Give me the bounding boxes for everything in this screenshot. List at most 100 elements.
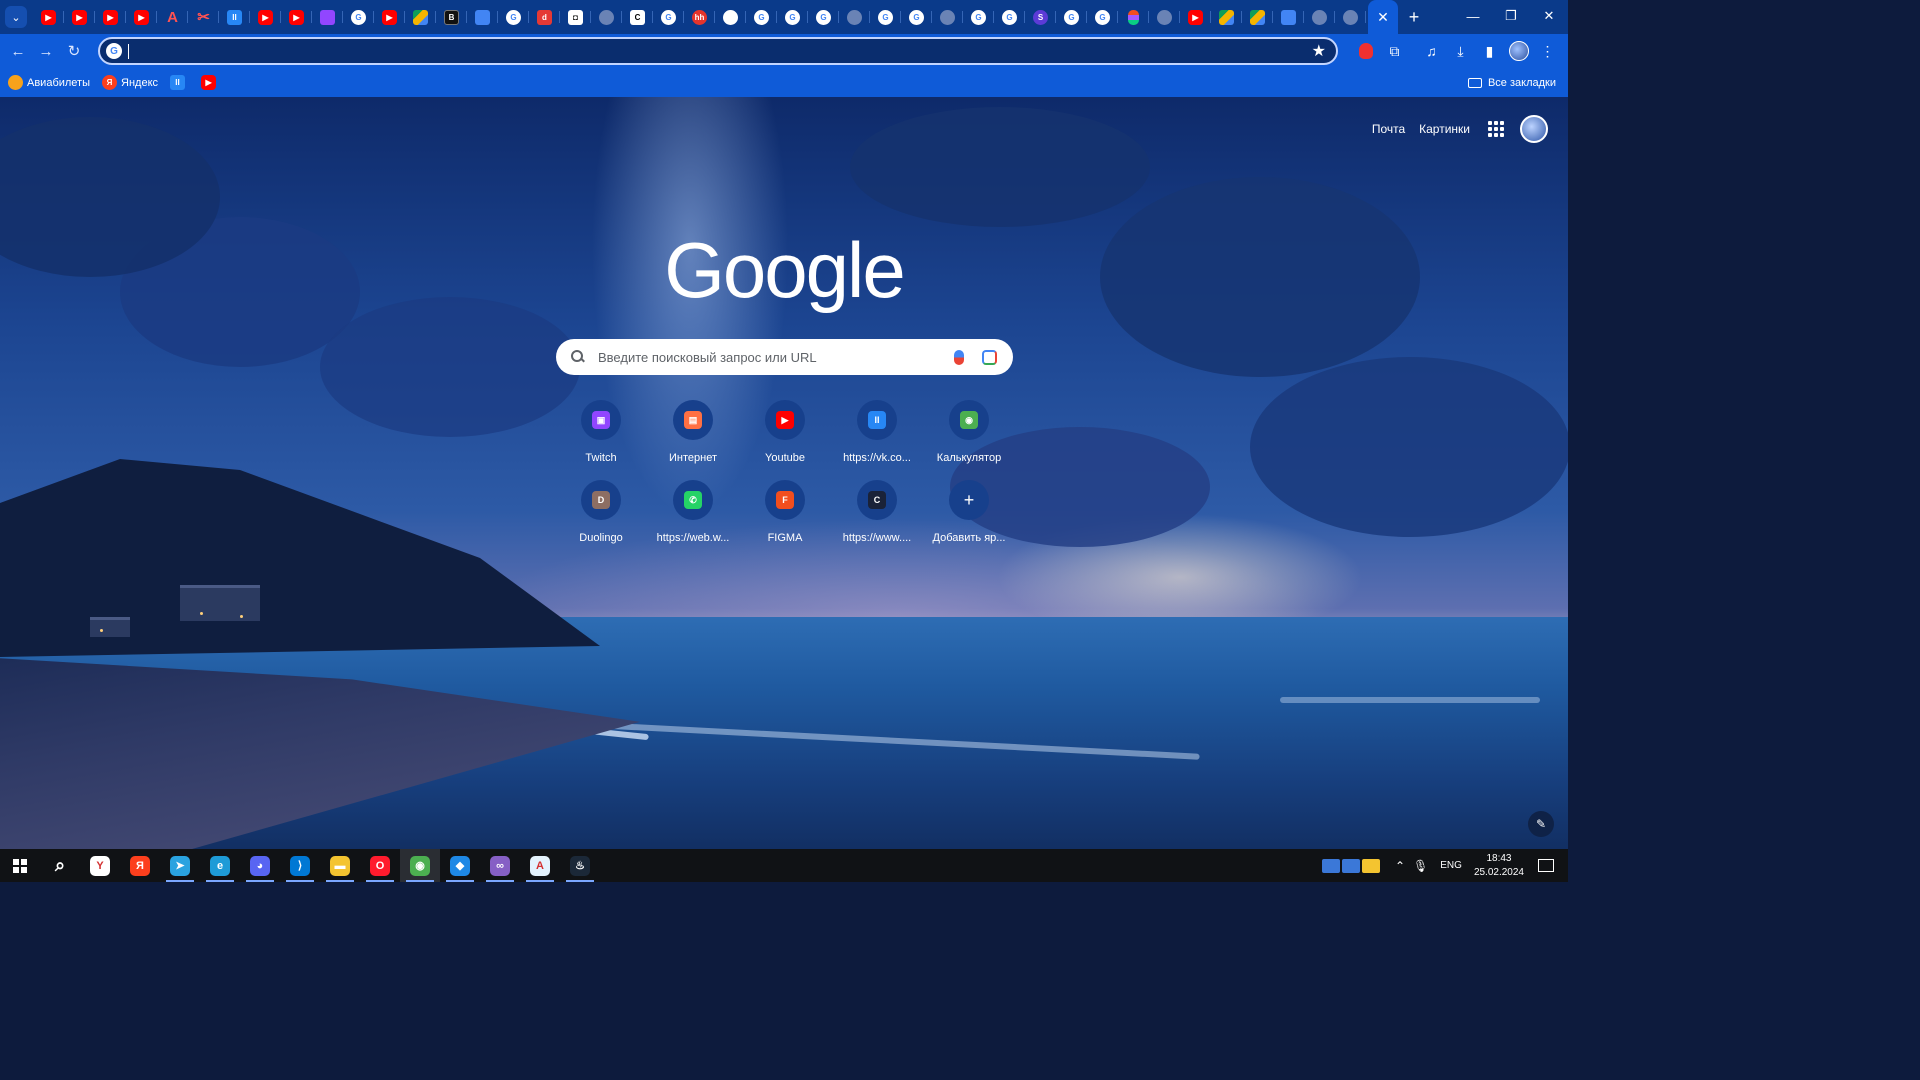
- extension-red-button[interactable]: [1351, 37, 1380, 65]
- google-lens-icon[interactable]: [982, 349, 997, 365]
- window-close-button[interactable]: ✕: [1530, 0, 1568, 32]
- all-bookmarks-button[interactable]: Все закладки: [1467, 68, 1556, 97]
- taskbar-app-yandex-browser[interactable]: Y: [80, 849, 120, 882]
- downloads-button[interactable]: ⤓: [1446, 37, 1475, 65]
- shortcut-tile[interactable]: Chttps://www....: [831, 480, 923, 544]
- shortcut-tile[interactable]: II https://vk.co...: [831, 400, 923, 464]
- tab-7[interactable]: ▶: [250, 3, 281, 31]
- tab-21[interactable]: hh: [684, 3, 715, 31]
- tab-19[interactable]: C: [622, 3, 653, 31]
- microphone-icon[interactable]: 🎙: [1413, 859, 1428, 873]
- tab-12[interactable]: [405, 3, 436, 31]
- new-tab-button[interactable]: +: [1400, 3, 1428, 31]
- search-input[interactable]: [586, 349, 954, 365]
- mail-link[interactable]: Почта: [1372, 122, 1405, 136]
- tab-22[interactable]: [715, 3, 746, 31]
- minimize-button[interactable]: —: [1454, 0, 1492, 32]
- google-apps-icon[interactable]: [1488, 121, 1504, 137]
- tab-42[interactable]: [1335, 3, 1366, 31]
- address-bar[interactable]: G ★: [98, 37, 1338, 65]
- tab-32[interactable]: S: [1025, 3, 1056, 31]
- taskbar-app-discord[interactable]: ◕: [240, 849, 280, 882]
- shortcut-tile[interactable]: ▤ Интернет: [647, 400, 739, 464]
- tab-31[interactable]: G: [994, 3, 1025, 31]
- close-icon[interactable]: ✕: [1377, 9, 1389, 26]
- shortcut-tile[interactable]: + Добавить яр...: [923, 480, 1015, 544]
- tab-11[interactable]: ▶: [374, 3, 405, 31]
- tab-41[interactable]: [1304, 3, 1335, 31]
- taskbar-app-edge[interactable]: e: [200, 849, 240, 882]
- forward-button[interactable]: →: [32, 37, 60, 65]
- tab-25[interactable]: G: [808, 3, 839, 31]
- tab-30[interactable]: G: [963, 3, 994, 31]
- clock[interactable]: 18:43 25.02.2024: [1474, 852, 1524, 880]
- images-link[interactable]: Картинки: [1419, 122, 1470, 136]
- tab-26[interactable]: [839, 3, 870, 31]
- tab-active-new-tab[interactable]: ✕: [1368, 0, 1398, 34]
- shortcut-tile[interactable]: ▶ Youtube: [739, 400, 831, 464]
- tab-18[interactable]: [591, 3, 622, 31]
- media-controls-button[interactable]: ♫: [1417, 37, 1446, 65]
- restore-button[interactable]: ❐: [1492, 0, 1530, 32]
- chevron-up-icon[interactable]: ⌃: [1395, 859, 1405, 873]
- tab-3[interactable]: ▶: [126, 3, 157, 31]
- tab-24[interactable]: G: [777, 3, 808, 31]
- shortcut-tile[interactable]: ▣ Twitch: [555, 400, 647, 464]
- tray-app-icon[interactable]: [1321, 858, 1340, 873]
- tab-1[interactable]: ▶: [64, 3, 95, 31]
- tab-40[interactable]: [1273, 3, 1304, 31]
- tab-15[interactable]: G: [498, 3, 529, 31]
- tab-38[interactable]: [1211, 3, 1242, 31]
- taskbar-app-yandex[interactable]: Я: [120, 849, 160, 882]
- taskbar-app-file-explorer[interactable]: ▬: [320, 849, 360, 882]
- bookmark-youtube[interactable]: ▶: [201, 75, 220, 90]
- tab-8[interactable]: ▶: [281, 3, 312, 31]
- menu-button[interactable]: ⋮: [1533, 37, 1562, 65]
- side-panel-button[interactable]: ▮: [1475, 37, 1504, 65]
- shortcut-tile[interactable]: ◉ Калькулятор: [923, 400, 1015, 464]
- taskbar-app-telegram[interactable]: ➤: [160, 849, 200, 882]
- taskbar-app-app[interactable]: ◆: [440, 849, 480, 882]
- tab-35[interactable]: [1118, 3, 1149, 31]
- microphone-icon[interactable]: [954, 349, 964, 365]
- notification-icon[interactable]: [1538, 859, 1554, 872]
- language-indicator[interactable]: ENG: [1440, 860, 1462, 871]
- tab-36[interactable]: [1149, 3, 1180, 31]
- tab-17[interactable]: ◘: [560, 3, 591, 31]
- tab-13[interactable]: B: [436, 3, 467, 31]
- taskbar-app-opera[interactable]: O: [360, 849, 400, 882]
- tab-28[interactable]: G: [901, 3, 932, 31]
- tab-39[interactable]: [1242, 3, 1273, 31]
- address-input[interactable]: [129, 43, 1312, 59]
- shortcut-tile[interactable]: F FIGMA: [739, 480, 831, 544]
- customize-button[interactable]: ✎: [1528, 811, 1554, 837]
- bookmark-yandex[interactable]: Я Яндекс: [102, 75, 158, 90]
- bookmark-star-icon[interactable]: ★: [1312, 41, 1326, 61]
- shortcut-tile[interactable]: ✆ https://web.w...: [647, 480, 739, 544]
- bookmark-vk-video[interactable]: II: [170, 75, 189, 90]
- extensions-button[interactable]: ⧉: [1380, 37, 1409, 65]
- tray-app-icon[interactable]: [1361, 858, 1380, 873]
- start-button[interactable]: [0, 849, 40, 882]
- taskbar-app-steam[interactable]: ♨: [560, 849, 600, 882]
- account-avatar[interactable]: [1520, 115, 1548, 143]
- back-button[interactable]: ←: [4, 37, 32, 65]
- tab-33[interactable]: G: [1056, 3, 1087, 31]
- taskbar-app-search[interactable]: ⌕: [40, 849, 80, 882]
- reload-button[interactable]: ↻: [60, 37, 88, 65]
- taskbar-app-vscode[interactable]: ⟩: [280, 849, 320, 882]
- tab-14[interactable]: [467, 3, 498, 31]
- tab-29[interactable]: [932, 3, 963, 31]
- tab-9[interactable]: [312, 3, 343, 31]
- taskbar-app-visual-studio[interactable]: ∞: [480, 849, 520, 882]
- tab-10[interactable]: G: [343, 3, 374, 31]
- taskbar-app-app-store[interactable]: A: [520, 849, 560, 882]
- tray-app-icon[interactable]: [1341, 858, 1360, 873]
- tab-2[interactable]: ▶: [95, 3, 126, 31]
- tab-6[interactable]: II: [219, 3, 250, 31]
- tab-0[interactable]: ▶: [33, 3, 64, 31]
- tab-37[interactable]: ▶: [1180, 3, 1211, 31]
- taskbar-app-chrome[interactable]: ◉: [400, 849, 440, 882]
- tab-27[interactable]: G: [870, 3, 901, 31]
- tab-34[interactable]: G: [1087, 3, 1118, 31]
